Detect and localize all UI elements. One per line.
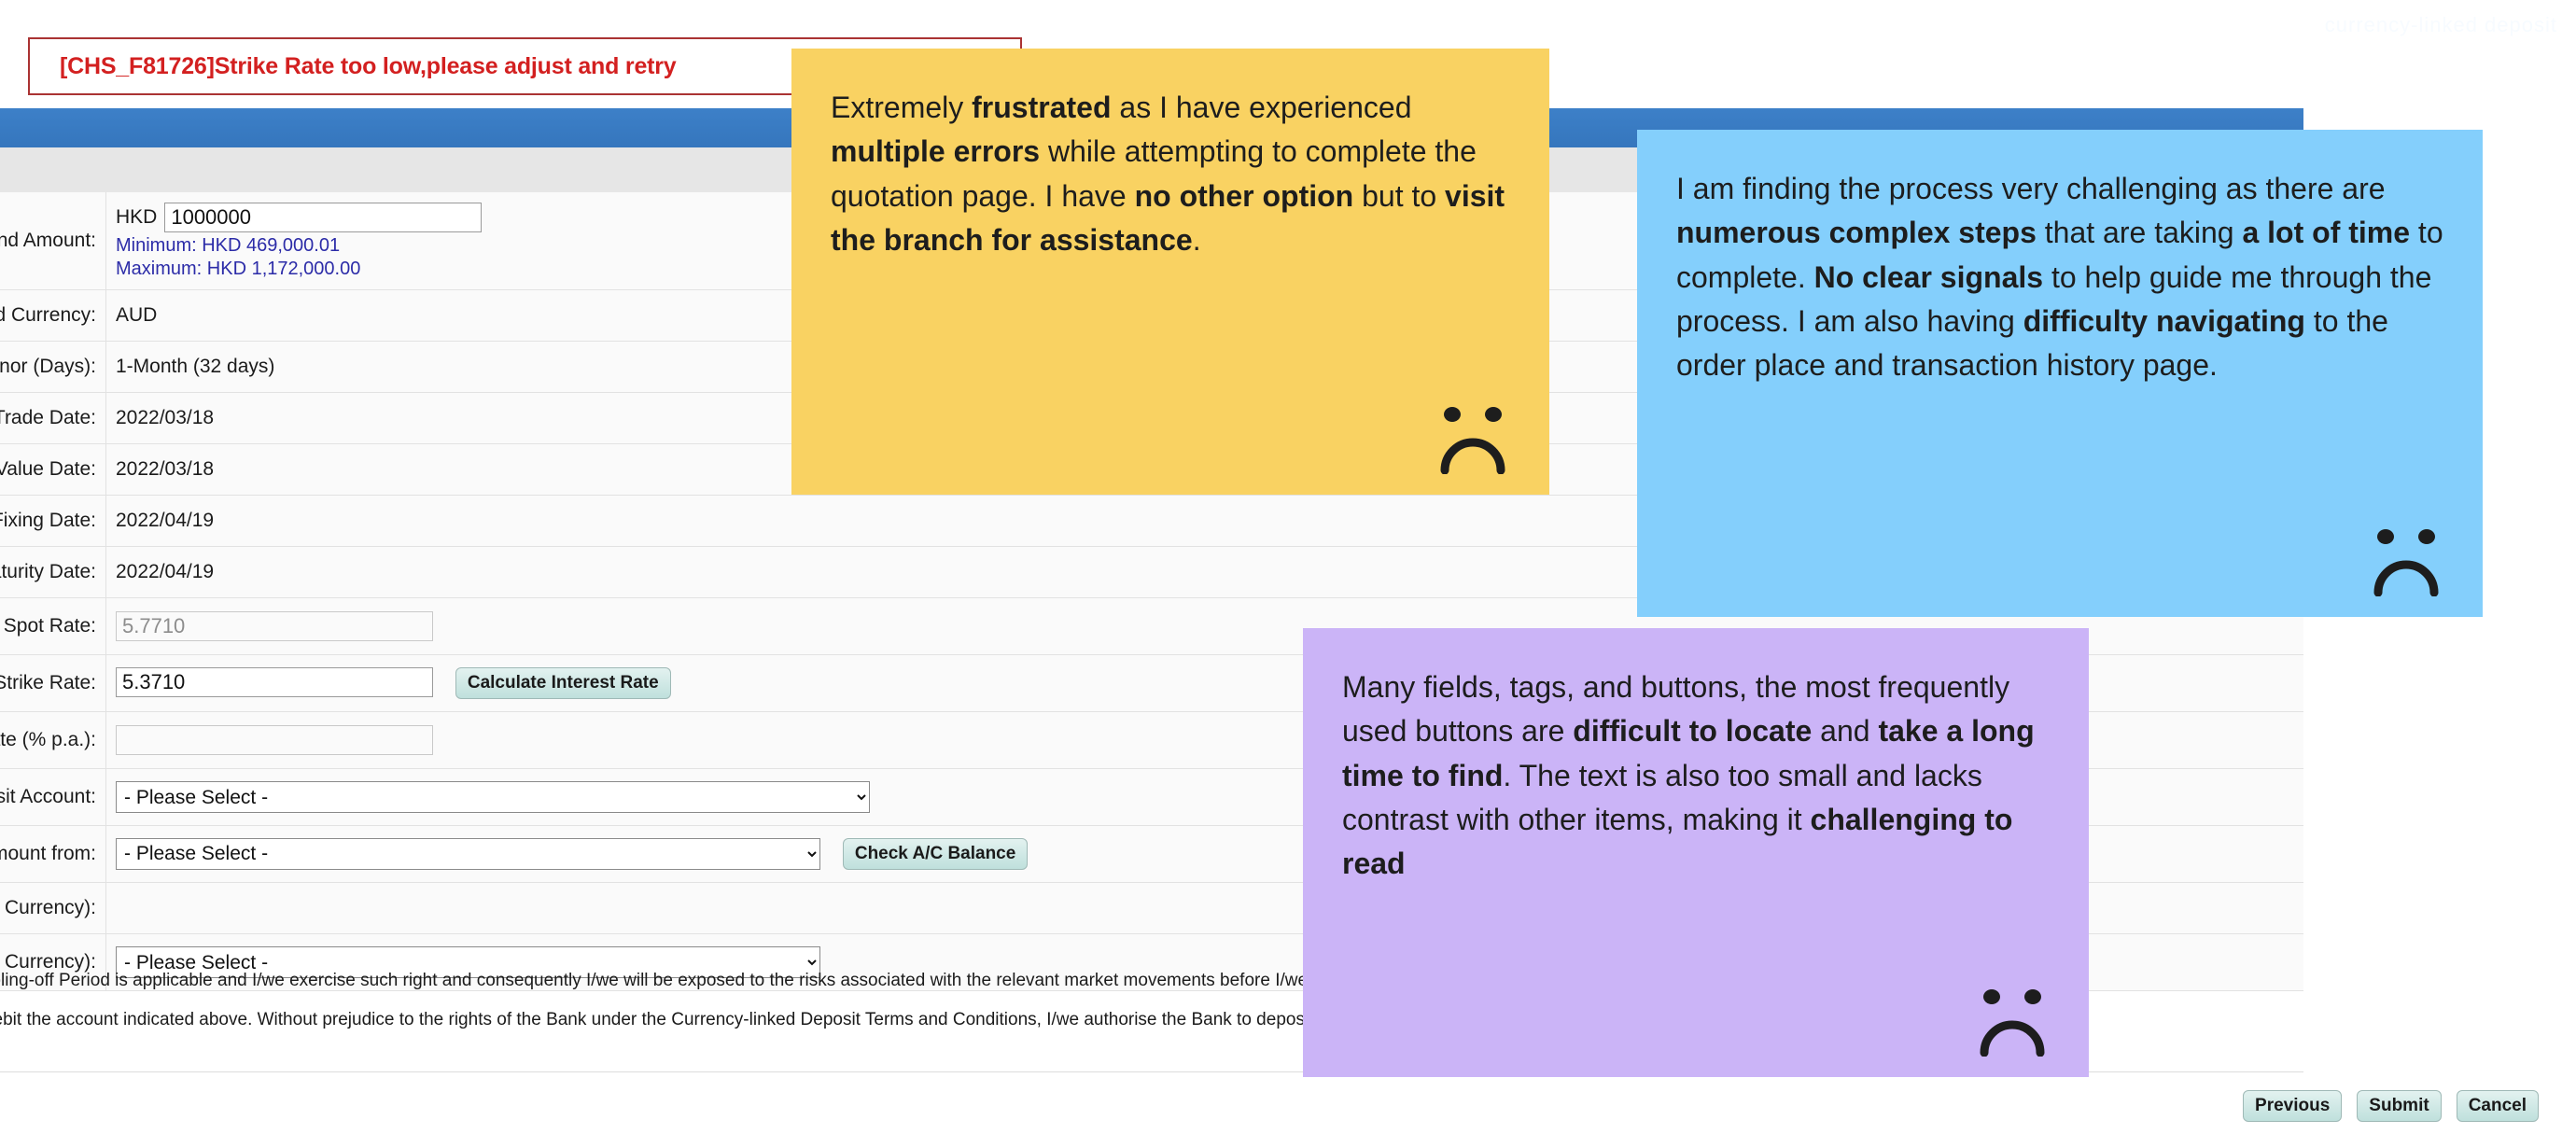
feedback-note-blue-text: I am finding the process very challengin… [1676,172,2443,383]
strike-rate-input[interactable] [116,666,433,697]
label-exchange-rate-fixing-date: Exchange Rate Fixing Date: [0,495,106,547]
calculate-interest-rate-button[interactable]: Calculate Interest Rate [455,667,671,700]
error-message: [CHS_F81726]Strike Rate too low,please a… [60,52,677,79]
label-deposit-tenor: Deposit Tenor (Days): [0,341,106,393]
watermark-text: currency-linked deposit [2324,13,2557,36]
label-interest-rate: Interest Rate (% p.a.): [0,711,106,769]
previous-button[interactable]: Previous [2243,1090,2343,1122]
label-deposit-currency-amount: Deposit Currency and Amount: [0,192,106,290]
label-maturity-date: Maturity Date: [0,546,106,598]
feedback-note-blue: I am finding the process very challengin… [1637,130,2483,617]
check-ac-balance-button[interactable]: Check A/C Balance [842,838,1029,871]
label-trade-date: Trade Date: [0,392,106,444]
cancel-button[interactable]: Cancel [2456,1090,2539,1122]
label-spot-rate: Spot Rate: [0,597,106,655]
label-value-date: Value Date: [0,443,106,496]
label-currency-linked-deposit-account: Currency-linked Deposit Account: [0,768,106,826]
page-root: currency-linked deposit [CHS_F81726]Stri… [0,0,2576,1148]
label-linked-currency: Linked Currency: [0,289,106,342]
interest-rate-input[interactable] [116,725,433,755]
sad-face-icon [1980,989,2045,1057]
label-debit-principal-amount-from: Debit Principal Amount from: [0,825,106,883]
footer-button-group: Previous Submit Cancel [2243,1090,2539,1122]
currency-linked-deposit-account-select[interactable]: - Please Select - [116,781,870,813]
submit-button[interactable]: Submit [2357,1090,2442,1122]
label-strike-rate: Strike Rate: [0,654,106,712]
feedback-note-yellow: Extremely frustrated as I have experienc… [791,49,1549,495]
spot-rate-input[interactable] [116,611,433,641]
feedback-note-purple-text: Many fields, tags, and buttons, the most… [1342,670,2035,881]
debit-principal-account-select[interactable]: - Please Select - [116,837,820,870]
feedback-note-yellow-text: Extremely frustrated as I have experienc… [831,91,1505,258]
label-credit-account-deposit-currency: Credit Account (Deposit Currency): [0,882,106,934]
deposit-amount-input[interactable] [164,202,483,232]
sad-face-icon [2373,529,2439,596]
sad-face-icon [1440,407,1505,474]
deposit-currency-code: HKD [116,205,158,228]
feedback-note-purple: Many fields, tags, and buttons, the most… [1303,628,2089,1077]
